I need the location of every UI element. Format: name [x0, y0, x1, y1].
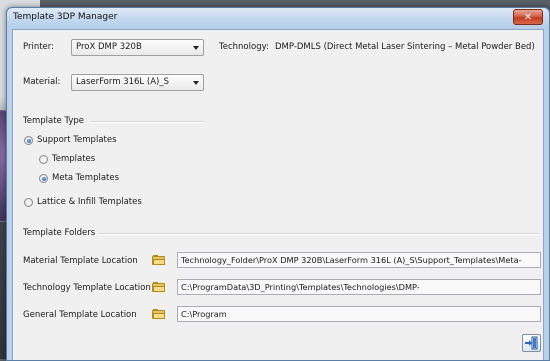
folder-icon[interactable]	[152, 282, 165, 292]
chevron-down-icon	[193, 81, 199, 85]
support-templates-label[interactable]: Support Templates	[37, 135, 117, 145]
material-location-path: Technology_Folder\ProX DMP 320B\LaserFor…	[181, 255, 522, 267]
templates-radio[interactable]	[39, 155, 48, 164]
technology-location-label: Technology Template Location	[23, 283, 151, 293]
chevron-down-icon	[193, 46, 199, 50]
dialog-client-area: Printer: ProX DMP 320B Technology: DMP-D…	[12, 29, 544, 360]
template-folders-heading: Template Folders	[23, 228, 96, 238]
template-type-divider	[91, 121, 203, 123]
material-location-label: Material Template Location	[23, 256, 138, 266]
close-button[interactable]: ✕	[513, 9, 543, 25]
lattice-infill-label[interactable]: Lattice & Infill Templates	[37, 197, 142, 207]
material-selected-value: LaserForm 316L (A)_S	[76, 77, 169, 87]
technology-location-path: C:\ProgramData\3D_Printing\Templates\Tec…	[181, 282, 420, 294]
general-location-path: C:\Program Files\3DXpert\14.0\Data\3D_Pr…	[181, 309, 515, 321]
technology-value: DMP-DMLS (Direct Metal Laser Sintering –…	[275, 42, 535, 52]
exit-door-icon	[525, 336, 538, 350]
template-folders-divider	[99, 233, 539, 235]
templates-label[interactable]: Templates	[52, 154, 95, 164]
printer-dropdown[interactable]: ProX DMP 320B	[71, 39, 204, 56]
template-type-heading: Template Type	[23, 116, 85, 126]
printer-label: Printer:	[23, 42, 54, 52]
folder-icon[interactable]	[152, 255, 165, 265]
meta-templates-radio[interactable]	[39, 174, 48, 183]
general-location-field[interactable]: C:\Program Files\3DXpert\14.0\Data\3D_Pr…	[177, 306, 541, 322]
general-location-label: General Template Location	[23, 310, 137, 320]
meta-templates-label[interactable]: Meta Templates	[52, 173, 119, 183]
technology-label: Technology:	[219, 42, 269, 52]
title-bar[interactable]: Template 3DP Manager ✕	[7, 8, 549, 29]
material-dropdown[interactable]: LaserForm 316L (A)_S	[71, 74, 204, 91]
support-templates-radio[interactable]	[24, 136, 33, 145]
technology-location-field[interactable]: C:\ProgramData\3D_Printing\Templates\Tec…	[177, 279, 541, 295]
folder-icon[interactable]	[152, 309, 165, 319]
template-3dp-manager-window: Template 3DP Manager ✕ Printer: ProX DMP…	[6, 7, 550, 361]
material-location-field[interactable]: Technology_Folder\ProX DMP 320B\LaserFor…	[177, 252, 541, 268]
material-label: Material:	[23, 77, 61, 87]
printer-selected-value: ProX DMP 320B	[76, 42, 142, 52]
window-title: Template 3DP Manager	[13, 12, 118, 22]
lattice-infill-radio[interactable]	[24, 198, 33, 207]
exit-button[interactable]	[522, 334, 541, 352]
close-icon: ✕	[523, 11, 533, 23]
